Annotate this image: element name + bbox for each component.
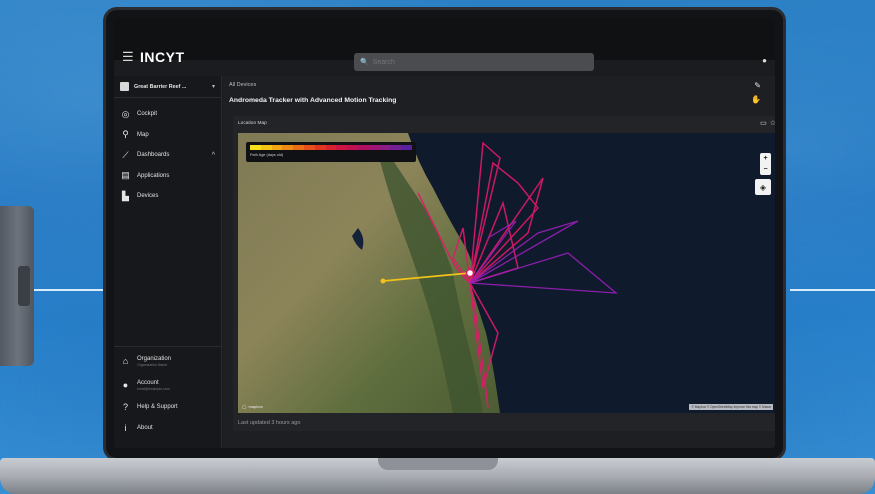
- decorative-line-right: [790, 289, 875, 291]
- laptop-frame: ☰ INCYT 🔍 ● Great Barrier Reef ... ▾ ◎ C…: [103, 7, 786, 461]
- mapbox-logo-text: mapbox: [248, 404, 263, 409]
- chevron-down-icon: ▾: [211, 84, 215, 90]
- device-icon: ▙: [122, 190, 129, 201]
- last-updated-text: Last updated 3 hours ago: [238, 420, 301, 426]
- hand-icon[interactable]: ✋: [751, 95, 761, 104]
- app-screen: ☰ INCYT 🔍 ● Great Barrier Reef ... ▾ ◎ C…: [114, 18, 775, 448]
- sidebar-bottom: ⌂ Organization Organization Name ● Accoun…: [114, 346, 221, 438]
- tracker-device-image: [0, 206, 34, 366]
- sidebar: Great Barrier Reef ... ▾ ◎ Cockpit ⚲ Map…: [114, 76, 222, 448]
- sidebar-item-label: Account: [137, 379, 159, 386]
- legend-swatch: [401, 145, 412, 150]
- search-input[interactable]: [372, 58, 573, 66]
- sidebar-item-account[interactable]: ● Account email@example.com: [114, 373, 221, 397]
- legend-swatch: [347, 145, 358, 150]
- sidebar-item-sub: Organization Name: [137, 362, 168, 367]
- legend-swatch: [260, 145, 272, 150]
- site-selector[interactable]: Great Barrier Reef ... ▾: [114, 76, 221, 98]
- zoom-control[interactable]: + −: [760, 153, 771, 175]
- map-canvas: [238, 133, 775, 413]
- mapbox-logo: ◯ mapbox: [242, 404, 263, 409]
- site-name: Great Barrier Reef ...: [134, 83, 187, 90]
- sidebar-item-cockpit[interactable]: ◎ Cockpit: [114, 104, 221, 125]
- info-icon: i: [124, 422, 127, 433]
- sidebar-item-label: Applications: [137, 172, 170, 179]
- map-legend: Path Age (days old): [246, 142, 416, 162]
- map-attribution[interactable]: © Mapbox © OpenStreetMap Improve this ma…: [689, 404, 773, 410]
- legend-swatch: [314, 145, 326, 150]
- sidebar-item-label: Dashboards: [137, 152, 170, 159]
- laptop-base: [0, 458, 875, 494]
- location-map[interactable]: Path Age (days old) + − ◈ ◯ mapbox © Map…: [238, 133, 775, 413]
- sidebar-item-label: Cockpit: [137, 111, 158, 118]
- search-bar[interactable]: 🔍: [354, 53, 594, 71]
- person-icon: ●: [122, 380, 129, 390]
- building-icon: ⌂: [122, 356, 129, 366]
- sidebar-item-map[interactable]: ⚲ Map: [114, 125, 221, 146]
- sidebar-item-help[interactable]: ? Help & Support: [114, 397, 221, 418]
- search-icon: 🔍: [360, 59, 369, 66]
- app-logo: INCYT: [140, 49, 185, 65]
- legend-swatch: [250, 145, 261, 150]
- notification-icon[interactable]: ●: [762, 56, 767, 65]
- start-marker[interactable]: [380, 278, 386, 284]
- page-title: Andromeda Tracker with Advanced Motion T…: [229, 97, 397, 104]
- sidebar-item-label: About: [137, 424, 153, 431]
- sidebar-item-devices[interactable]: ▙ Devices: [114, 186, 221, 207]
- sidebar-item-label: Map: [137, 131, 149, 138]
- legend-swatch: [357, 145, 369, 150]
- legend-swatch: [271, 145, 283, 150]
- card-title: Location Map: [238, 121, 267, 126]
- sidebar-item-applications[interactable]: ▤ Applications: [114, 166, 221, 187]
- edit-icon[interactable]: ✎: [754, 81, 761, 90]
- legend-swatch: [379, 145, 391, 150]
- legend-color-bar: [250, 145, 412, 150]
- cockpit-icon: ◎: [121, 108, 130, 119]
- main-content: All Devices Andromeda Tracker with Advan…: [223, 76, 775, 448]
- sidebar-item-label: Help & Support: [137, 404, 178, 411]
- legend-label: Path Age (days old): [250, 153, 284, 157]
- sidebar-item-about[interactable]: i About: [114, 418, 221, 439]
- legend-swatch: [336, 145, 348, 150]
- chart-line-icon: ⟋: [122, 149, 129, 160]
- mapbox-logo-icon: ◯: [242, 404, 247, 409]
- star-icon[interactable]: ☆: [770, 119, 775, 127]
- legend-swatch: [293, 145, 304, 150]
- breadcrumb[interactable]: All Devices: [229, 82, 256, 88]
- location-map-card: Location Map ▭ ☆ Path Age (days old) + −…: [233, 116, 775, 431]
- legend-swatch: [282, 145, 294, 150]
- menu-icon[interactable]: ☰: [122, 49, 136, 65]
- map-pin-icon: ⚲: [122, 129, 129, 140]
- chevron-up-icon: ^: [211, 151, 215, 159]
- sidebar-item-label: Devices: [137, 193, 159, 200]
- legend-swatch: [368, 145, 380, 150]
- zoom-out-button[interactable]: −: [763, 166, 767, 173]
- legend-swatch: [390, 145, 402, 150]
- sidebar-item-sub: email@example.com: [137, 386, 170, 391]
- current-location-marker[interactable]: [465, 268, 475, 278]
- zoom-in-button[interactable]: +: [763, 155, 767, 162]
- help-icon: ?: [122, 402, 128, 413]
- legend-swatch: [325, 145, 337, 150]
- layers-icon: ◈: [759, 182, 767, 192]
- grid-icon: ▤: [121, 170, 130, 181]
- site-avatar: [120, 82, 129, 91]
- layers-button[interactable]: ◈: [755, 179, 771, 195]
- sidebar-item-organization[interactable]: ⌂ Organization Organization Name: [114, 349, 221, 373]
- fullscreen-icon[interactable]: ▭: [760, 119, 767, 127]
- sidebar-item-label: Organization: [137, 355, 172, 362]
- sidebar-item-dashboards[interactable]: ⟋ Dashboards ^: [114, 145, 221, 166]
- legend-swatch: [303, 145, 315, 150]
